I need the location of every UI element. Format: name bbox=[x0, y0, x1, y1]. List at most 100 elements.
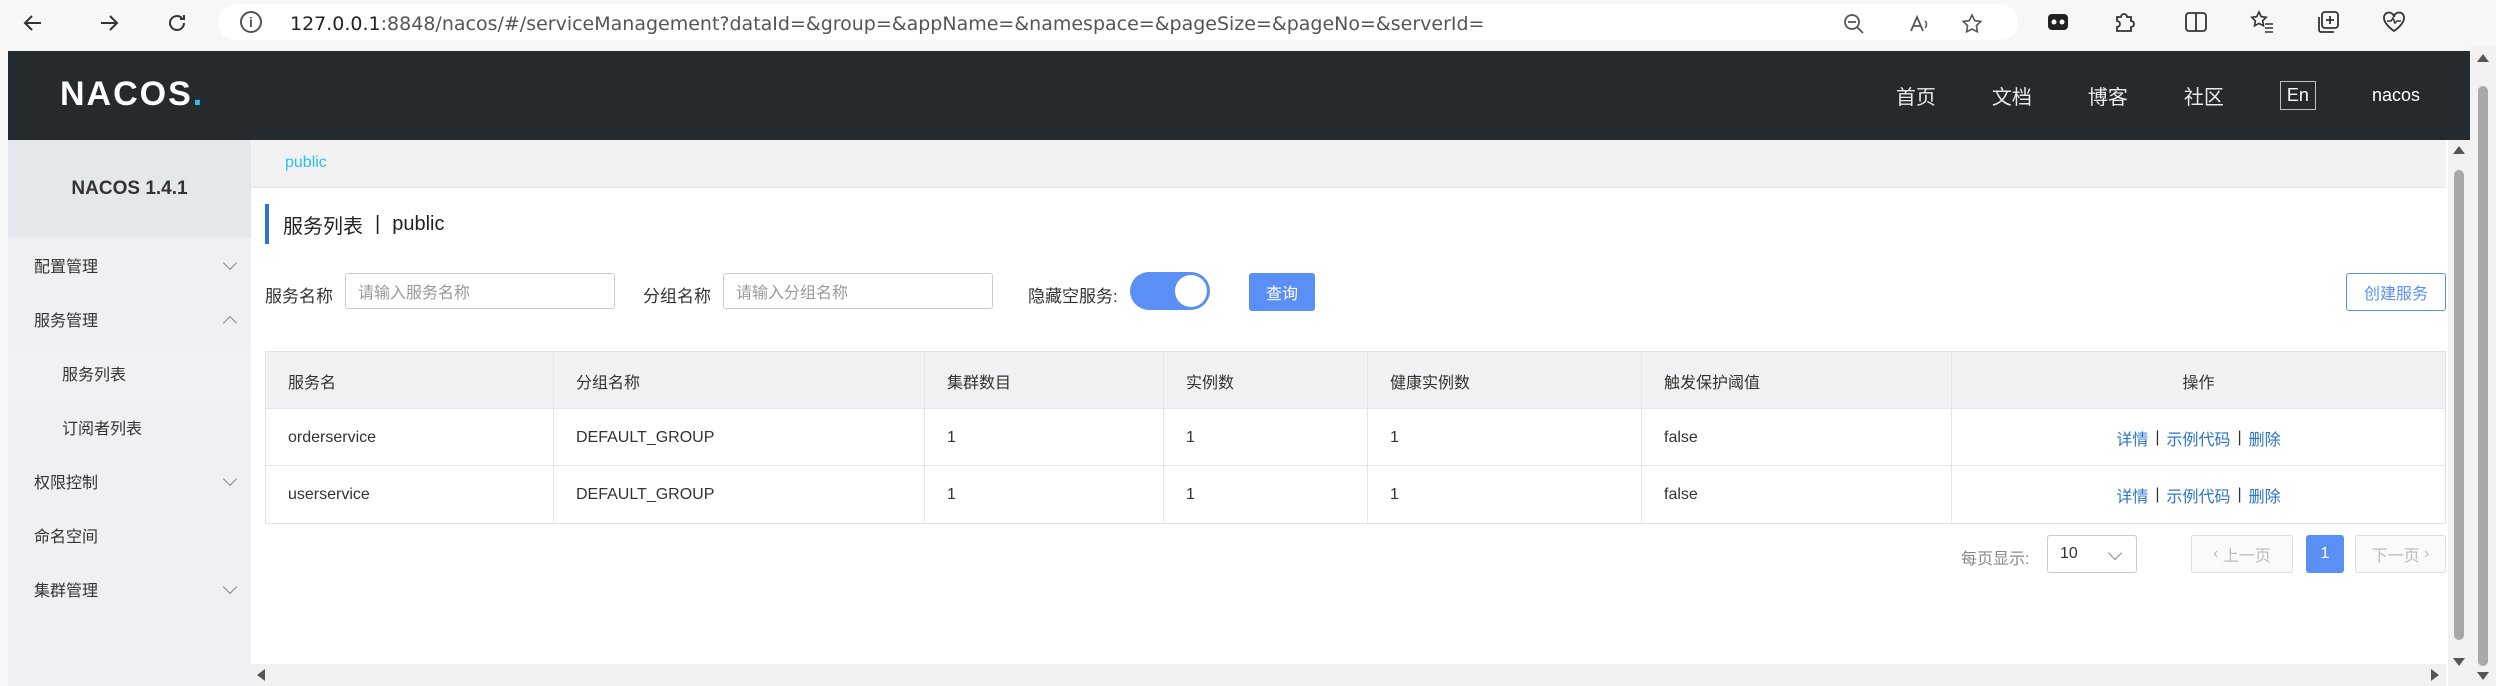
split-screen-icon[interactable] bbox=[2182, 8, 2210, 36]
horizontal-scrollbar[interactable] bbox=[251, 664, 2446, 686]
table-row: orderservice DEFAULT_GROUP 1 1 1 false 详… bbox=[266, 409, 2445, 466]
col-instance-count: 实例数 bbox=[1164, 352, 1368, 409]
sidebar-item-config[interactable]: 配置管理 bbox=[8, 238, 251, 292]
favorites-icon[interactable] bbox=[2248, 8, 2276, 36]
sidebar-item-label: 服务列表 bbox=[62, 367, 127, 384]
scroll-left-arrow[interactable] bbox=[257, 669, 265, 681]
scroll-thumb[interactable] bbox=[2478, 86, 2488, 666]
sidebar-item-namespace[interactable]: 命名空间 bbox=[8, 508, 251, 562]
chevron-down-icon bbox=[222, 579, 238, 595]
sidebar-item-cluster[interactable]: 集群管理 bbox=[8, 562, 251, 616]
browser-toolbar: i 127.0.0.1:8848/nacos/#/serviceManageme… bbox=[0, 0, 2496, 46]
cell-cluster-count: 1 bbox=[925, 409, 1164, 466]
create-service-button[interactable]: 创建服务 bbox=[2346, 273, 2446, 311]
read-aloud-icon[interactable] bbox=[1908, 12, 1932, 36]
toggle-knob bbox=[1175, 275, 1207, 307]
sample-code-link[interactable]: 示例代码 bbox=[2166, 483, 2230, 507]
page-size-select[interactable]: 10 bbox=[2047, 535, 2137, 573]
back-icon[interactable] bbox=[12, 2, 54, 44]
sidebar-item-auth[interactable]: 权限控制 bbox=[8, 454, 251, 508]
next-page-button[interactable]: 下一页 › bbox=[2355, 535, 2446, 573]
nacos-logo[interactable]: NACOS. bbox=[60, 75, 204, 114]
page-title-namespace: public bbox=[392, 212, 445, 235]
cell-group-name: DEFAULT_GROUP bbox=[554, 409, 925, 466]
per-page-label: 每页显示: bbox=[1961, 551, 2030, 568]
page-title: 服务列表 | public bbox=[265, 204, 444, 244]
col-threshold: 触发保护阈值 bbox=[1642, 352, 1952, 409]
cell-operations: 详情 | 示例代码 | 删除 bbox=[1952, 409, 2445, 466]
detail-link[interactable]: 详情 bbox=[2116, 483, 2148, 507]
page-title-separator: | bbox=[375, 212, 381, 235]
scroll-right-arrow[interactable] bbox=[2431, 669, 2439, 681]
cell-operations: 详情 | 示例代码 | 删除 bbox=[1952, 466, 2445, 523]
chevron-down-icon bbox=[222, 255, 238, 271]
divider: | bbox=[2155, 428, 2160, 446]
chevron-down-icon bbox=[2107, 545, 2123, 561]
page-1-button[interactable]: 1 bbox=[2306, 535, 2344, 573]
extension-icon[interactable] bbox=[2044, 8, 2072, 36]
cell-cluster-count: 1 bbox=[925, 466, 1164, 523]
hide-empty-toggle[interactable] bbox=[1130, 272, 1210, 310]
url-text[interactable]: 127.0.0.1:8848/nacos/#/serviceManagement… bbox=[290, 13, 1484, 35]
detail-link[interactable]: 详情 bbox=[2116, 426, 2148, 450]
delete-link[interactable]: 删除 bbox=[2249, 483, 2281, 507]
cell-instance-count: 1 bbox=[1164, 409, 1368, 466]
delete-link[interactable]: 删除 bbox=[2249, 426, 2281, 450]
chevron-down-icon bbox=[222, 471, 238, 487]
cell-healthy-count: 1 bbox=[1368, 466, 1642, 523]
favorite-star-icon[interactable] bbox=[1960, 12, 1984, 36]
page-scrollbar[interactable] bbox=[2470, 46, 2496, 686]
forward-icon[interactable] bbox=[88, 2, 130, 44]
col-cluster-count: 集群数目 bbox=[925, 352, 1164, 409]
scroll-up-arrow[interactable] bbox=[2453, 146, 2465, 154]
nav-blog[interactable]: 博客 bbox=[2088, 81, 2128, 110]
nav-community[interactable]: 社区 bbox=[2184, 81, 2224, 110]
zoom-out-icon[interactable] bbox=[1842, 12, 1866, 36]
chevron-up-icon bbox=[222, 315, 238, 331]
cell-service-name: orderservice bbox=[266, 409, 554, 466]
divider: | bbox=[2237, 485, 2242, 503]
language-switch[interactable]: En bbox=[2279, 81, 2316, 110]
cell-service-name: userservice bbox=[266, 466, 554, 523]
scroll-down-arrow[interactable] bbox=[2477, 672, 2489, 680]
info-icon[interactable]: i bbox=[240, 11, 262, 33]
sidebar-item-subscribers[interactable]: 订阅者列表 bbox=[8, 400, 251, 454]
filter-row: 服务名称 请输入服务名称 分组名称 请输入分组名称 隐藏空服务: 查询 创建服务 bbox=[265, 271, 2446, 313]
group-name-input[interactable]: 请输入分组名称 bbox=[723, 273, 993, 309]
sidebar-item-label: 权限控制 bbox=[34, 475, 99, 492]
sidebar-item-label: 订阅者列表 bbox=[62, 421, 143, 438]
col-group-name: 分组名称 bbox=[554, 352, 925, 409]
sidebar-item-label: 命名空间 bbox=[34, 529, 99, 546]
service-table: 服务名 分组名称 集群数目 实例数 健康实例数 触发保护阈值 操作 orders… bbox=[265, 351, 2446, 524]
prev-page-button[interactable]: ‹ 上一页 bbox=[2191, 535, 2293, 573]
content-scrollbar[interactable] bbox=[2448, 140, 2470, 686]
scroll-down-arrow[interactable] bbox=[2453, 658, 2465, 666]
sidebar: NACOS 1.4.1 配置管理 服务管理 服务列表 订阅者列表 权限控制 命名… bbox=[8, 140, 251, 686]
col-operations: 操作 bbox=[2182, 374, 2215, 392]
heart-pulse-icon[interactable] bbox=[2380, 8, 2408, 36]
page-title-text: 服务列表 bbox=[283, 215, 363, 238]
service-name-input[interactable]: 请输入服务名称 bbox=[345, 273, 615, 309]
query-button[interactable]: 查询 bbox=[1249, 273, 1315, 311]
puzzle-icon[interactable] bbox=[2110, 8, 2138, 36]
top-navbar: NACOS. 首页 文档 博客 社区 En nacos bbox=[8, 51, 2470, 140]
pagination: 每页显示: 10 ‹ 上一页 1 下一页 › bbox=[1961, 535, 2446, 573]
sidebar-item-service-list[interactable]: 服务列表 bbox=[8, 346, 251, 400]
address-bar[interactable]: i 127.0.0.1:8848/nacos/#/serviceManageme… bbox=[218, 4, 2018, 40]
nav-docs[interactable]: 文档 bbox=[1992, 81, 2032, 110]
service-name-label: 服务名称 bbox=[265, 287, 333, 306]
namespace-link[interactable]: public bbox=[285, 154, 327, 172]
divider: | bbox=[2237, 428, 2242, 446]
main-content: public 服务列表 | public 服务名称 请输入服务名称 分组名称 请… bbox=[251, 140, 2470, 686]
nav-home[interactable]: 首页 bbox=[1896, 81, 1936, 110]
sidebar-item-service[interactable]: 服务管理 bbox=[8, 292, 251, 346]
namespace-bar: public bbox=[251, 140, 2446, 188]
top-links: 首页 文档 博客 社区 En nacos bbox=[1896, 51, 2470, 140]
collections-icon[interactable] bbox=[2314, 8, 2342, 36]
sample-code-link[interactable]: 示例代码 bbox=[2166, 426, 2230, 450]
refresh-icon[interactable] bbox=[156, 2, 198, 44]
user-menu[interactable]: nacos bbox=[2372, 85, 2420, 106]
scroll-thumb[interactable] bbox=[2454, 170, 2464, 640]
scroll-up-arrow[interactable] bbox=[2477, 54, 2489, 62]
col-service-name: 服务名 bbox=[266, 352, 554, 409]
